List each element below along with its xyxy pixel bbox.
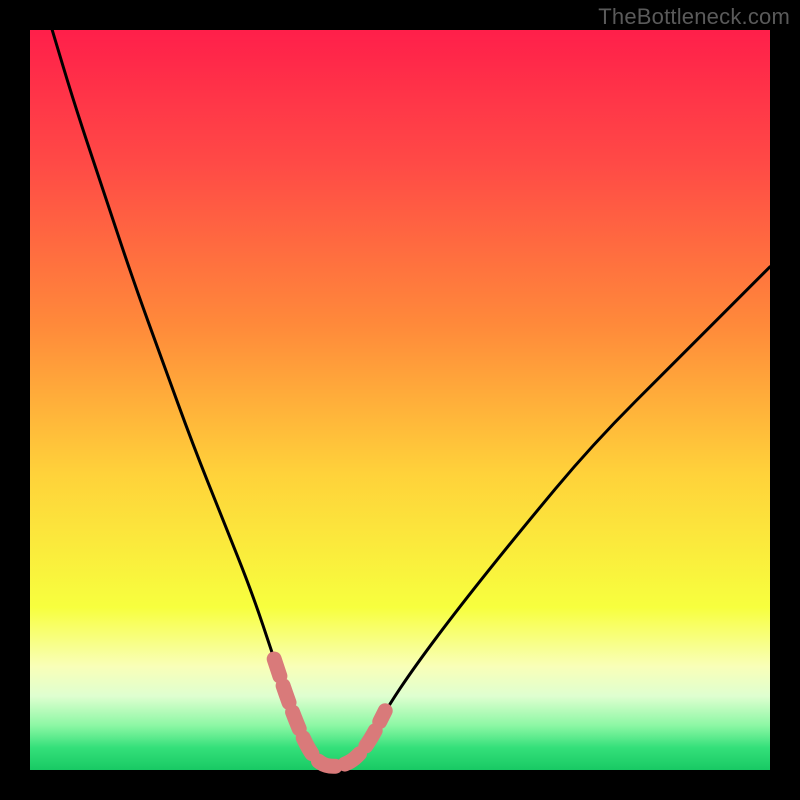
bottleneck-curve [52, 30, 770, 766]
watermark-text: TheBottleneck.com [598, 4, 790, 30]
highlight-segment [274, 659, 385, 766]
curve-layer [30, 30, 770, 770]
plot-area [30, 30, 770, 770]
chart-frame: TheBottleneck.com [0, 0, 800, 800]
